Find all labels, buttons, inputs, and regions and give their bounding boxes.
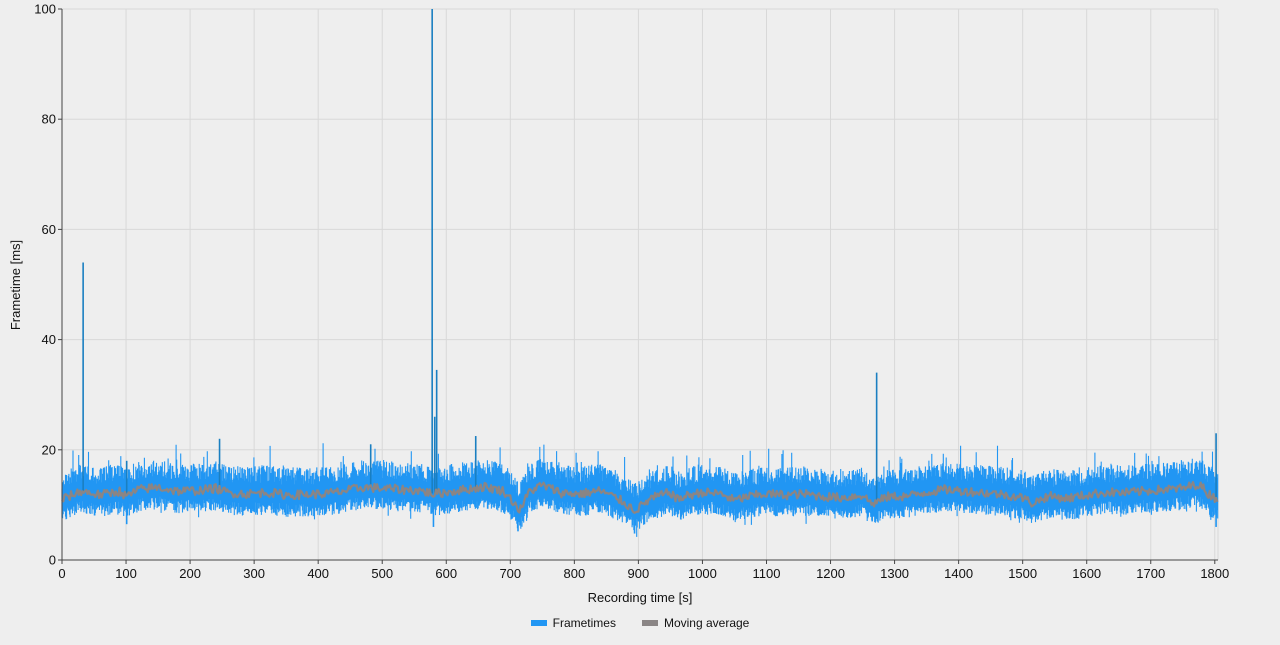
x-tick-label: 1200: [816, 566, 845, 581]
x-tick-label: 700: [499, 566, 521, 581]
x-tick-label: 1100: [753, 566, 781, 581]
legend-item-moving-average[interactable]: Moving average: [641, 616, 750, 630]
y-tick-label: 60: [42, 222, 56, 237]
y-tick-label: 40: [42, 332, 56, 347]
x-tick-label: 1400: [944, 566, 973, 581]
x-tick-label: 900: [628, 566, 650, 581]
legend-label-moving-average: Moving average: [663, 616, 750, 630]
x-tick-label: 400: [307, 566, 329, 581]
x-tick-label: 500: [371, 566, 393, 581]
x-tick-label: 200: [179, 566, 201, 581]
y-tick-label: 20: [42, 442, 56, 457]
frametime-chart: 0 100 200 300 400 500 600 700 800 900 1000 1100 1200…: [0, 0, 1280, 640]
x-tick-label: 300: [243, 566, 265, 581]
y-axis-label: Frametime [ms]: [8, 240, 23, 330]
x-tick-label: 1000: [688, 566, 717, 581]
x-tick-label: 0: [58, 566, 65, 581]
x-tick-label: 1300: [880, 566, 909, 581]
x-tick-label: 1500: [1008, 566, 1037, 581]
chart-svg: 0 100 200 300 400 500 600 700 800 900 1000 1100 1200…: [8, 2, 1229, 606]
x-tick-label: 1700: [1136, 566, 1165, 581]
frametimes-swatch: [530, 620, 547, 626]
x-tick-label: 800: [564, 566, 586, 581]
legend-label-frametimes: Frametimes: [552, 616, 616, 630]
x-tick-label: 1600: [1072, 566, 1101, 581]
moving-average-swatch: [641, 620, 658, 626]
x-tick-label: 100: [115, 566, 137, 581]
y-tick-label: 100: [34, 2, 56, 17]
y-tick-label: 0: [49, 553, 56, 568]
legend: Frametimes Moving average: [0, 612, 1280, 634]
legend-item-frametimes[interactable]: Frametimes: [530, 616, 616, 630]
x-tick-label: 1800: [1200, 566, 1229, 581]
x-axis-label: Recording time [s]: [588, 590, 693, 605]
x-tick-label: 600: [435, 566, 457, 581]
y-tick-label: 80: [42, 112, 56, 127]
